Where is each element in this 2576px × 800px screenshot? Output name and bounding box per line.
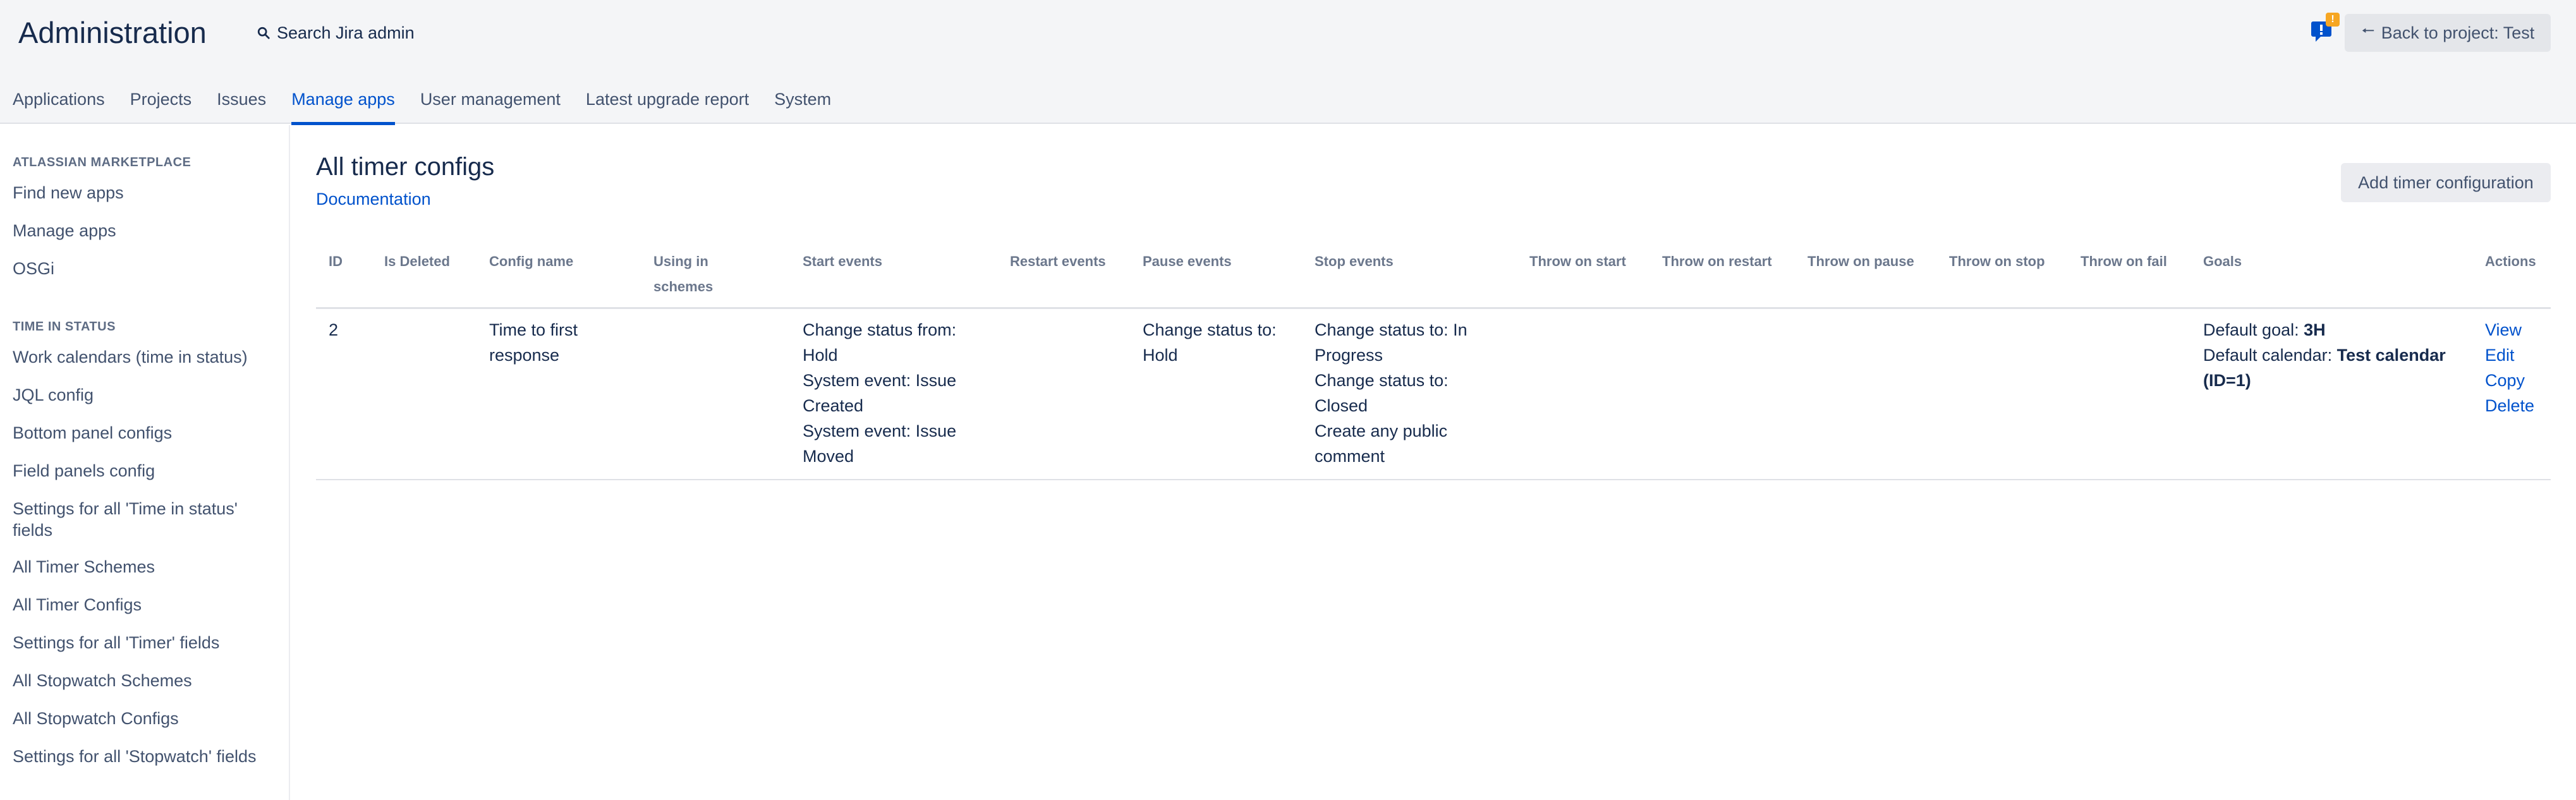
main-content: All timer configs Documentation Add time…	[316, 125, 2551, 800]
stop-event: Change status to: In Progress	[1315, 320, 1467, 365]
sidebar-item-jql-config[interactable]: JQL config	[13, 384, 278, 406]
column-header-throw-on-restart: Throw on restart	[1662, 253, 1772, 269]
sidebar-item-bottom-panel-configs[interactable]: Bottom panel configs	[13, 422, 278, 444]
sidebar-heading-marketplace: ATLASSIAN MARKETPLACE	[13, 155, 191, 169]
table-header-divider	[316, 307, 2551, 309]
column-header-pause-events: Pause events	[1143, 253, 1232, 269]
cell-id: 2	[329, 320, 339, 339]
tab-system[interactable]: System	[774, 85, 831, 124]
search-label: Search Jira admin	[277, 23, 415, 42]
back-to-project-button[interactable]: Back to project: Test	[2345, 14, 2551, 52]
goal-label: Default goal:	[2203, 320, 2299, 339]
stop-event: Create any public comment	[1315, 421, 1448, 466]
tab-applications[interactable]: Applications	[13, 85, 105, 124]
column-header-stop-events: Stop events	[1315, 253, 1394, 269]
table-bottom-divider	[316, 479, 2551, 480]
cell-goals: Default goal: 3H Default calendar: Test …	[2203, 317, 2469, 393]
column-header-actions: Actions	[2485, 253, 2536, 269]
sidebar-heading-time-in-status: TIME IN STATUS	[13, 320, 116, 334]
notification-badge: !	[2326, 13, 2340, 27]
goal-value: 3H	[2304, 320, 2326, 339]
add-timer-configuration-button[interactable]: Add timer configuration	[2341, 163, 2551, 202]
default-calendar: Default calendar: Test calendar (ID=1)	[2203, 342, 2469, 393]
column-header-restart-events: Restart events	[1010, 253, 1106, 269]
sidebar-item-field-panels-config[interactable]: Field panels config	[13, 460, 278, 482]
tab-manage-apps[interactable]: Manage apps	[291, 85, 395, 125]
sidebar-item-timer-settings[interactable]: Settings for all 'Timer' fields	[13, 632, 278, 653]
sidebar-item-all-stopwatch-configs[interactable]: All Stopwatch Configs	[13, 708, 278, 729]
start-event: System event: Issue Moved	[803, 421, 957, 466]
edit-link[interactable]: Edit	[2485, 342, 2534, 368]
sidebar-item-all-stopwatch-schemes[interactable]: All Stopwatch Schemes	[13, 670, 278, 691]
tab-latest-upgrade-report[interactable]: Latest upgrade report	[586, 85, 749, 124]
column-header-goals: Goals	[2203, 253, 2242, 269]
sidebar-item-stopwatch-settings[interactable]: Settings for all 'Stopwatch' fields	[13, 746, 278, 767]
search-icon	[257, 27, 270, 39]
sidebar-item-time-in-status-settings[interactable]: Settings for all 'Time in status' fields	[13, 498, 278, 541]
search-admin[interactable]: Search Jira admin	[257, 21, 415, 44]
sidebar-item-find-new-apps[interactable]: Find new apps	[13, 182, 278, 203]
sidebar-item-work-calendars[interactable]: Work calendars (time in status)	[13, 346, 278, 368]
calendar-label: Default calendar:	[2203, 346, 2333, 365]
documentation-link[interactable]: Documentation	[316, 190, 431, 209]
cell-stop-events: Change status to: In Progress Change sta…	[1315, 317, 1498, 469]
delete-link[interactable]: Delete	[2485, 393, 2534, 418]
column-header-throw-on-pause: Throw on pause	[1807, 253, 1914, 269]
cell-pause-events: Change status to: Hold	[1143, 317, 1294, 368]
pause-event: Change status to: Hold	[1143, 320, 1277, 365]
sidebar: ATLASSIAN MARKETPLACE Find new apps Mana…	[0, 125, 290, 800]
back-button-label: Back to project: Test	[2381, 23, 2535, 42]
admin-tabs: Applications Projects Issues Manage apps…	[0, 85, 856, 125]
column-header-using-in-schemes: Using in schemes	[653, 253, 714, 294]
column-header-throw-on-start: Throw on start	[1529, 253, 1626, 269]
start-event: Change status from: Hold	[803, 320, 957, 365]
tab-user-management[interactable]: User management	[420, 85, 561, 124]
back-arrow-icon	[2362, 28, 2374, 33]
column-header-throw-on-stop: Throw on stop	[1949, 253, 2045, 269]
sidebar-item-all-timer-configs[interactable]: All Timer Configs	[13, 594, 278, 615]
cell-start-events: Change status from: Hold System event: I…	[803, 317, 973, 469]
view-link[interactable]: View	[2485, 317, 2534, 342]
default-goal: Default goal: 3H	[2203, 317, 2469, 342]
column-header-id: ID	[329, 253, 343, 269]
column-header-is-deleted: Is Deleted	[384, 253, 450, 269]
column-header-start-events: Start events	[803, 253, 882, 269]
column-header-config-name: Config name	[489, 253, 574, 269]
column-header-throw-on-fail: Throw on fail	[2081, 253, 2167, 269]
copy-link[interactable]: Copy	[2485, 368, 2534, 393]
start-event: System event: Issue Created	[803, 371, 957, 415]
tab-projects[interactable]: Projects	[130, 85, 192, 124]
sidebar-item-all-timer-schemes[interactable]: All Timer Schemes	[13, 556, 278, 578]
cell-actions: View Edit Copy Delete	[2485, 317, 2534, 418]
sidebar-item-manage-apps[interactable]: Manage apps	[13, 220, 278, 241]
cell-config-name: Time to first response	[489, 320, 578, 365]
admin-header: Administration Search Jira admin ! Back …	[0, 0, 2576, 125]
page-title: All timer configs	[316, 153, 495, 181]
sidebar-item-osgi[interactable]: OSGi	[13, 258, 278, 279]
tab-issues[interactable]: Issues	[217, 85, 266, 124]
feedback-button[interactable]: !	[2311, 13, 2340, 43]
page-header-title: Administration	[18, 16, 207, 49]
stop-event: Change status to: Closed	[1315, 371, 1449, 415]
